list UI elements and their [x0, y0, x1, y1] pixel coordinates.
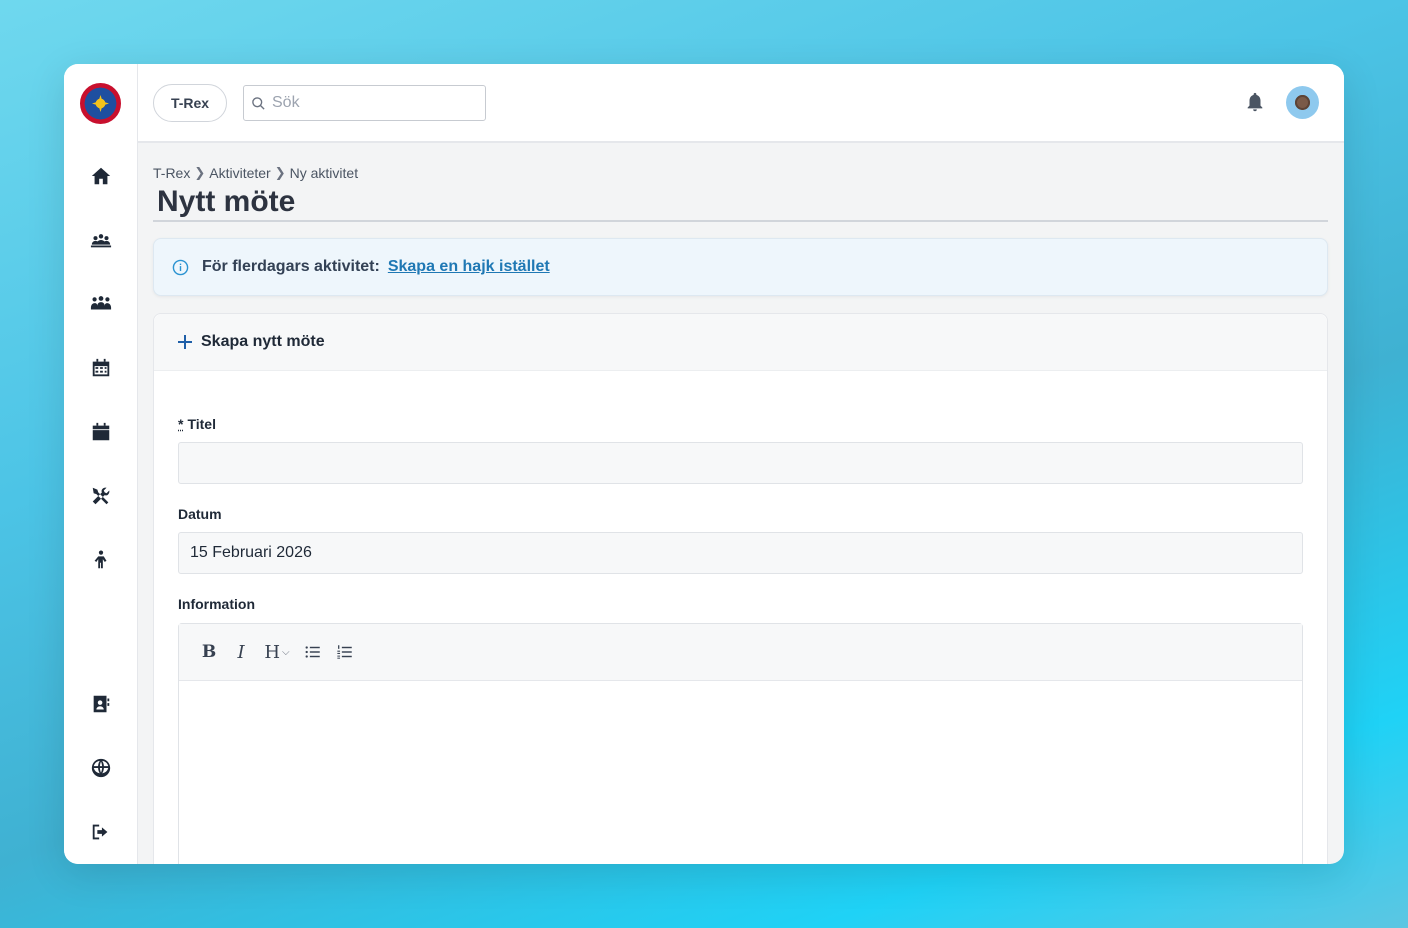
- sidebar: [64, 64, 138, 864]
- numbered-list-button[interactable]: [331, 638, 359, 666]
- avatar-face: [1295, 95, 1310, 110]
- breadcrumb-item-org[interactable]: T-Rex: [153, 165, 190, 181]
- editor-toolbar: B I H ⌵: [179, 624, 1302, 681]
- chevron-right-icon: ❯: [274, 165, 286, 180]
- search-icon: [252, 96, 265, 110]
- required-mark: *: [178, 416, 184, 432]
- title-field[interactable]: [178, 442, 1303, 484]
- group-icon[interactable]: [88, 227, 114, 253]
- editor-content-area[interactable]: [179, 681, 1302, 864]
- chevron-down-icon: ⌵: [282, 646, 290, 658]
- globe-icon[interactable]: [88, 755, 114, 781]
- bullet-list-icon: [305, 646, 320, 658]
- date-field[interactable]: 15 Februari 2026: [178, 532, 1303, 574]
- person-icon[interactable]: [88, 547, 114, 573]
- numbered-list-icon: [337, 645, 352, 659]
- card-header: Skapa nytt möte: [154, 314, 1327, 371]
- info-banner: För flerdagars aktivitet: Skapa en hajk …: [153, 238, 1328, 296]
- chevron-right-icon: ❯: [194, 165, 206, 180]
- bell-icon[interactable]: [1244, 90, 1266, 114]
- breadcrumb: T-Rex ❯ Aktiviteter ❯ Ny aktivitet: [153, 165, 358, 181]
- top-bar: T-Rex: [138, 64, 1344, 143]
- org-logo[interactable]: [80, 83, 121, 124]
- page-title: Nytt möte: [157, 185, 296, 218]
- info-icon: [172, 259, 189, 275]
- calendar-grid-icon[interactable]: [88, 355, 114, 381]
- date-label: Datum: [178, 506, 222, 522]
- search-input[interactable]: [272, 94, 472, 112]
- plus-icon: [178, 335, 192, 349]
- tools-icon[interactable]: [88, 483, 114, 509]
- main-content: T-Rex ❯ Aktiviteter ❯ Ny aktivitet Nytt …: [138, 145, 1344, 864]
- people-icon[interactable]: [88, 291, 114, 317]
- logout-icon[interactable]: [88, 819, 114, 845]
- card-title: Skapa nytt möte: [201, 333, 325, 350]
- bullet-list-button[interactable]: [299, 638, 327, 666]
- heading-dropdown[interactable]: H ⌵: [259, 638, 295, 666]
- search-box: [243, 85, 486, 121]
- rich-text-editor: B I H ⌵: [178, 623, 1303, 864]
- app-window: T-Rex T-Rex ❯ Aktiviteter ❯ Ny aktivitet…: [64, 64, 1344, 864]
- info-label: För flerdagars aktivitet:: [202, 258, 380, 275]
- breadcrumb-item-current: Ny aktivitet: [289, 165, 359, 181]
- heading-label: H: [264, 641, 281, 663]
- divider: [153, 220, 1328, 222]
- avatar[interactable]: [1286, 86, 1319, 119]
- create-hike-link[interactable]: Skapa en hajk istället: [388, 258, 550, 276]
- information-label: Information: [178, 596, 255, 612]
- calendar-icon[interactable]: [88, 419, 114, 445]
- contact-icon[interactable]: [88, 691, 114, 717]
- bold-button[interactable]: B: [195, 638, 223, 666]
- title-label: * Titel: [178, 416, 216, 432]
- italic-button[interactable]: I: [227, 638, 255, 666]
- create-meeting-card: Skapa nytt möte * Titel Datum 15 Februari…: [153, 313, 1328, 864]
- breadcrumb-item-activities[interactable]: Aktiviteter: [209, 165, 270, 181]
- org-switcher-button[interactable]: T-Rex: [153, 84, 227, 122]
- home-icon[interactable]: [88, 163, 114, 189]
